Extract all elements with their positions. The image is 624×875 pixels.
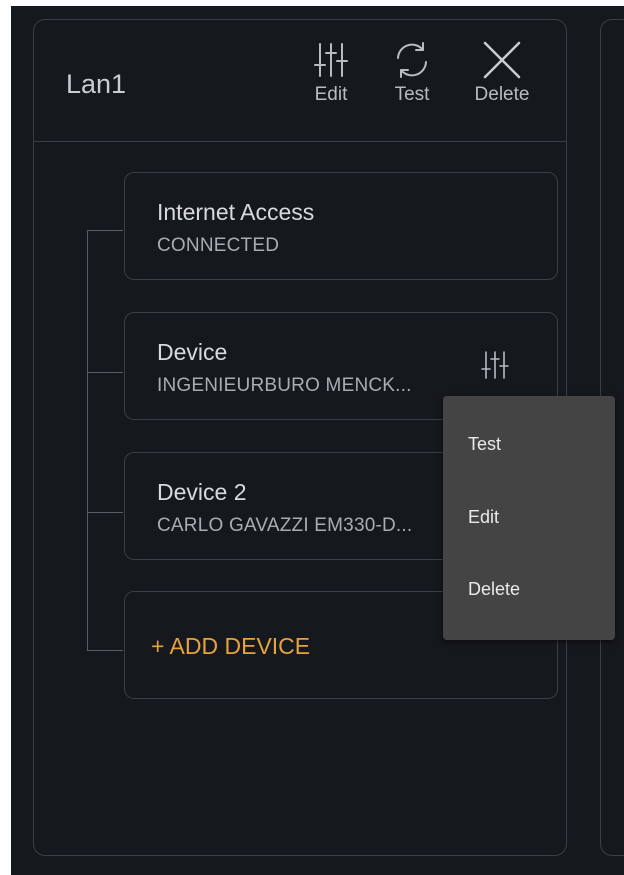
add-device-button[interactable]: + ADD DEVICE <box>151 633 310 660</box>
test-label: Test <box>394 84 430 105</box>
tree-connector <box>87 230 88 650</box>
edit-label: Edit <box>314 84 348 105</box>
card-status: CONNECTED <box>157 235 280 256</box>
context-menu: Test Edit Delete <box>443 396 615 640</box>
card-title: Internet Access <box>157 199 315 225</box>
tree-branch <box>87 512 123 513</box>
delete-label: Delete <box>474 84 530 105</box>
test-button[interactable]: Test <box>384 38 440 106</box>
menu-item-delete[interactable]: Delete <box>468 579 520 600</box>
app-screen: Lan1 Edit Test Delete Internet Access CO… <box>11 6 624 875</box>
edit-button[interactable]: Edit <box>301 38 361 106</box>
card-subtitle: INGENIEURBURO MENCK... <box>157 375 412 396</box>
sliders-icon[interactable] <box>480 350 510 385</box>
card-title: Device 2 <box>157 479 247 505</box>
card-title: Device <box>157 339 228 365</box>
delete-button[interactable]: Delete <box>464 38 540 106</box>
refresh-icon <box>392 38 432 82</box>
tree-branch <box>87 650 123 651</box>
close-icon <box>482 38 522 82</box>
menu-item-test[interactable]: Test <box>468 434 501 455</box>
internet-access-card[interactable]: Internet Access CONNECTED <box>124 172 558 280</box>
card-subtitle: CARLO GAVAZZI EM330-D... <box>157 515 413 536</box>
panel-header: Lan1 Edit Test Delete <box>34 20 566 142</box>
panel-title: Lan1 <box>66 69 127 99</box>
sliders-icon <box>312 38 350 82</box>
tree-branch <box>87 372 123 373</box>
menu-item-edit[interactable]: Edit <box>468 507 499 528</box>
tree-branch <box>87 230 123 231</box>
